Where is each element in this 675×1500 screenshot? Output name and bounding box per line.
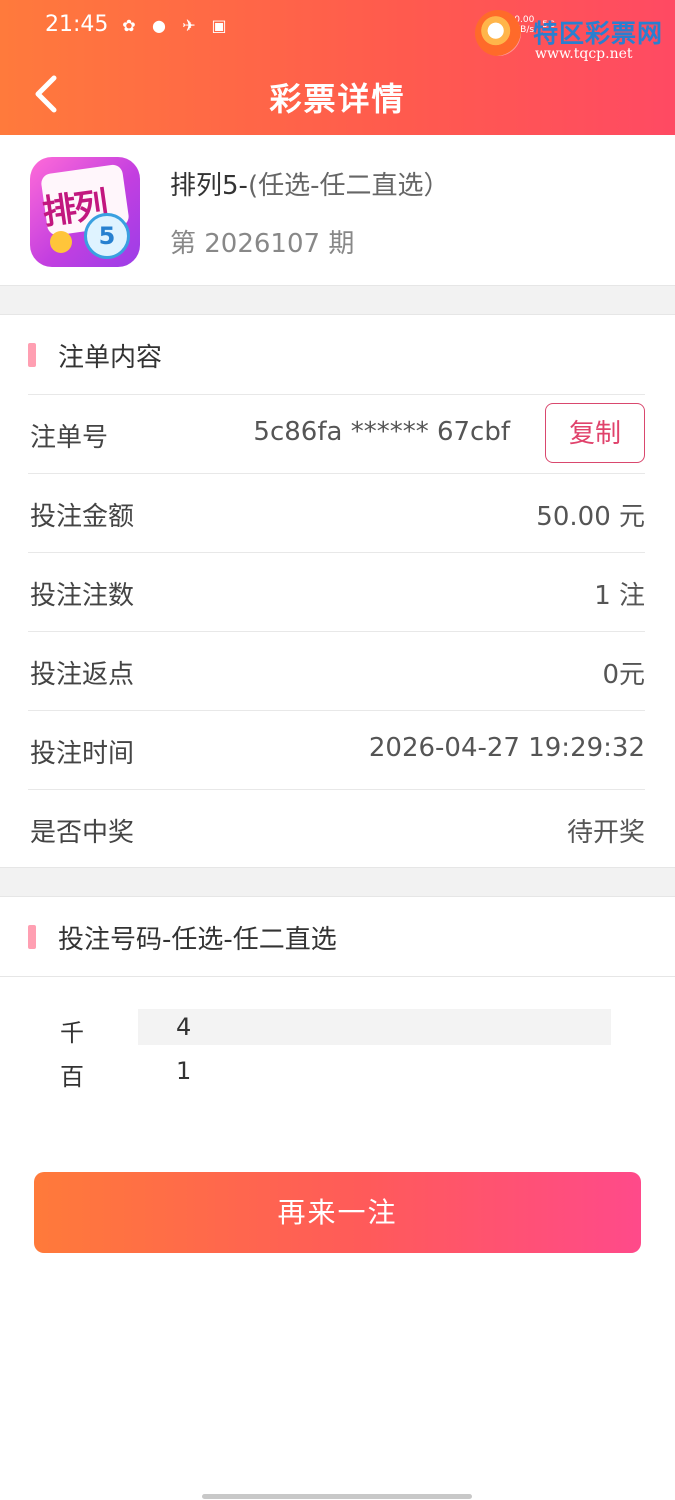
digit-value: 4 xyxy=(176,1013,192,1041)
bet-amount-row: 投注金额 50.00 元 xyxy=(28,473,645,552)
copy-button[interactable]: 复制 xyxy=(545,403,645,463)
app-notification-icon: ✿ xyxy=(122,15,136,35)
bet-time-value: 2026-04-27 19:29:32 xyxy=(368,733,645,763)
lottery-logo-icon: 排列 5 xyxy=(30,157,140,267)
section-divider xyxy=(0,867,675,897)
number-row: 千 4 xyxy=(0,1009,675,1047)
rebate-row: 投注返点 0元 xyxy=(28,631,645,710)
bet-time-row: 投注时间 2026-04-27 19:29:32 xyxy=(28,710,645,789)
win-status-row: 是否中奖 待开奖 xyxy=(28,789,645,868)
rebate-value: 0元 xyxy=(602,660,645,690)
wechat-icon: ● xyxy=(152,15,166,35)
bet-amount-value: 50.00 元 xyxy=(536,502,645,532)
watermark-logo-icon xyxy=(475,10,521,56)
bet-again-button[interactable]: 再来一注 xyxy=(34,1172,641,1253)
row-label: 是否中奖 xyxy=(30,818,135,848)
lottery-info: 排列 5 排列5-(任选-任二直选） 第 2026107 期 xyxy=(0,135,675,285)
order-number-row: 注单号 5c86fa ****** 67cbf 复制 xyxy=(28,394,645,473)
row-label: 投注注数 xyxy=(30,581,135,611)
section-accent-bar xyxy=(28,925,36,949)
digit-position: 百 xyxy=(60,1063,84,1091)
watermark-title: 特区彩票网 xyxy=(533,19,664,48)
row-label: 注单号 xyxy=(30,423,109,453)
order-number-value: 5c86fa ****** 67cbf xyxy=(253,417,510,447)
number-row: 百 1 xyxy=(0,1053,675,1091)
lottery-name: 排列5-(任选-任二直选） xyxy=(170,165,449,202)
row-label: 投注时间 xyxy=(30,739,135,769)
numbers-section-header: 投注号码-任选-任二直选 xyxy=(0,897,675,975)
watermark-url: www.tqcp.net xyxy=(535,46,633,62)
section-accent-bar xyxy=(28,343,36,367)
app-badge-icon: ▣ xyxy=(211,15,227,35)
numbers-section-title: 投注号码-任选-任二直选 xyxy=(58,925,337,955)
message-icon: ✈ xyxy=(182,15,196,35)
digit-position: 千 xyxy=(60,1019,84,1047)
bet-count-value: 1 注 xyxy=(594,581,645,611)
bet-section-title: 注单内容 xyxy=(58,343,163,373)
lottery-game-name: 排列5- xyxy=(170,171,248,201)
notification-icons: ✿ ● ✈ ▣ xyxy=(118,14,230,36)
lottery-logo-number: 5 xyxy=(84,213,130,259)
bet-section-header: 注单内容 xyxy=(0,315,675,393)
lottery-play-type: (任选-任二直选） xyxy=(247,171,450,201)
status-time: 21:45 xyxy=(45,12,109,37)
win-status-value: 待开奖 xyxy=(566,818,645,848)
row-label: 投注金额 xyxy=(30,502,135,532)
section-divider xyxy=(0,285,675,315)
watermark: 特区彩票网 www.tqcp.net xyxy=(475,8,670,63)
app-header: 21:45 ✿ ● ✈ ▣ ▯ 0.00 KB/s 5G 特区彩票网 www.t… xyxy=(0,0,675,135)
page-title: 彩票详情 xyxy=(269,80,406,118)
bet-count-row: 投注注数 1 注 xyxy=(28,552,645,631)
row-label: 投注返点 xyxy=(30,660,135,690)
digit-value: 1 xyxy=(176,1057,192,1085)
home-indicator[interactable] xyxy=(202,1494,472,1499)
bet-numbers: 千 4 百 1 xyxy=(0,976,675,1117)
lottery-issue: 第 2026107 期 xyxy=(170,229,355,259)
